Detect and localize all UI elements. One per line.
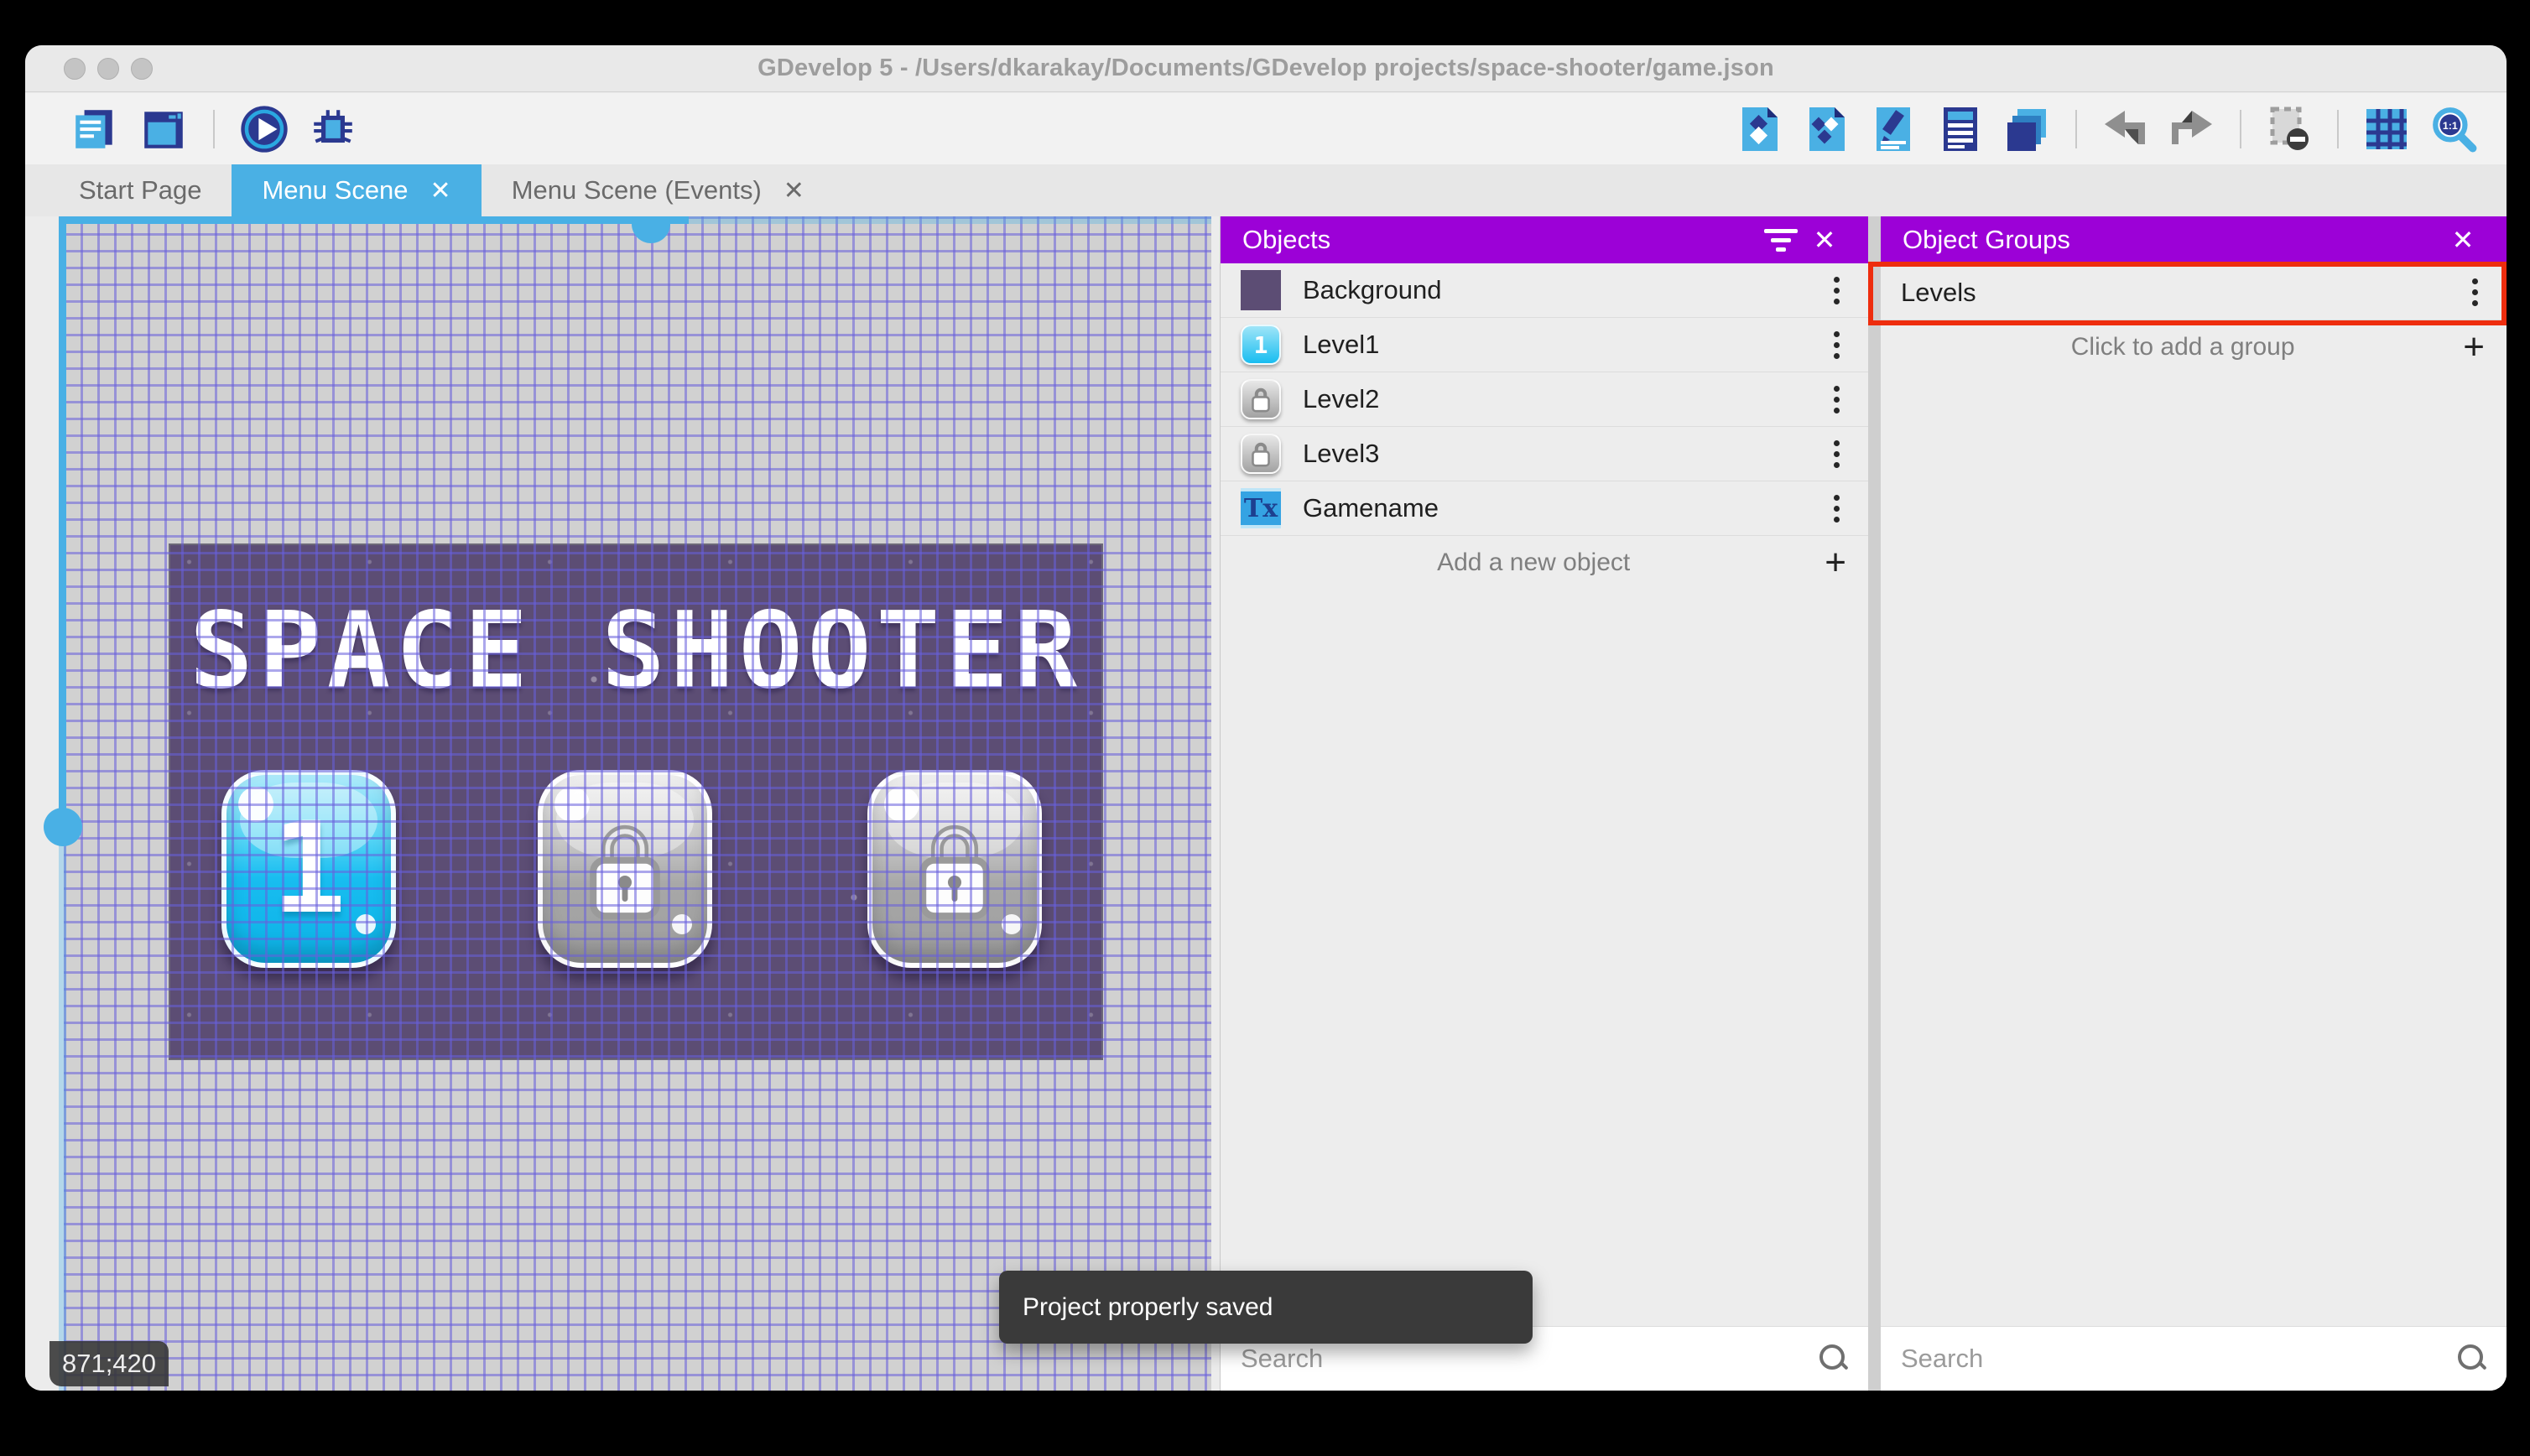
tab-bar: Start Page Menu Scene ✕ Menu Scene (Even… <box>25 164 2507 216</box>
scene-editor-icon[interactable] <box>138 103 190 155</box>
add-object-plus-icon[interactable]: + <box>1825 544 1846 581</box>
project-manager-icon[interactable] <box>69 103 121 155</box>
close-tab-icon[interactable]: ✕ <box>783 176 804 205</box>
objects-editor-icon[interactable] <box>1733 103 1785 155</box>
close-tab-icon[interactable]: ✕ <box>430 176 451 205</box>
window-title: GDevelop 5 - /Users/dkarakay/Documents/G… <box>757 55 1774 81</box>
object-thumbnail-text: Tx <box>1241 488 1281 528</box>
main-toolbar: 1:1 <box>25 93 2507 164</box>
object-menu-button[interactable] <box>1825 326 1848 364</box>
undo-icon[interactable] <box>2099 103 2151 155</box>
object-row-level2[interactable]: Level2 <box>1221 372 1868 427</box>
zoom-one-to-one-icon[interactable]: 1:1 <box>2428 103 2480 155</box>
object-thumbnail-level3-lock <box>1241 434 1281 474</box>
tab-start-page[interactable]: Start Page <box>49 164 232 216</box>
layers-editor-icon[interactable] <box>2002 103 2054 155</box>
scene-canvas[interactable]: SPACE SHOOTER 1 871;420 <box>25 216 1220 1391</box>
add-object-row[interactable]: Add a new object + <box>1221 536 1868 590</box>
properties-icon[interactable] <box>1867 103 1919 155</box>
object-menu-button[interactable] <box>1825 272 1848 309</box>
toolbar-divider <box>2337 109 2339 148</box>
object-menu-button[interactable] <box>1825 435 1848 473</box>
group-row-levels[interactable]: Levels <box>1881 265 2507 320</box>
toolbar-divider <box>2240 109 2241 148</box>
vertical-scrollbar[interactable] <box>59 216 66 1391</box>
object-groups-editor-icon[interactable] <box>1800 103 1852 155</box>
level2-button-instance[interactable] <box>538 770 712 968</box>
object-groups-panel: Object Groups ✕ Levels Click to add a gr… <box>1868 216 2507 1391</box>
debug-icon[interactable] <box>307 103 359 155</box>
objects-panel: Objects ✕ Background 1 Level1 Level2 Lev… <box>1220 216 1868 1391</box>
play-preview-icon[interactable] <box>238 103 290 155</box>
scene-title-text[interactable]: SPACE SHOOTER <box>170 589 1101 712</box>
object-thumbnail-level1: 1 <box>1241 325 1281 365</box>
cursor-coordinates: 871;420 <box>49 1341 169 1386</box>
title-bar: GDevelop 5 - /Users/dkarakay/Documents/G… <box>25 45 2507 92</box>
object-row-gamename[interactable]: Tx Gamename <box>1221 481 1868 536</box>
add-group-plus-icon[interactable]: + <box>2463 329 2485 366</box>
search-icon <box>2458 1344 2486 1373</box>
objects-search-input[interactable] <box>1241 1344 1819 1374</box>
vertical-scrollbar-knob[interactable] <box>44 808 82 846</box>
toolbar-divider <box>213 109 215 148</box>
scene-background-instance[interactable]: SPACE SHOOTER 1 <box>170 545 1101 1058</box>
group-menu-button[interactable] <box>2464 273 2486 311</box>
grid-icon[interactable] <box>2361 103 2413 155</box>
close-panel-icon[interactable]: ✕ <box>2441 218 2485 262</box>
search-icon <box>1819 1344 1848 1373</box>
toolbar-divider <box>2075 109 2077 148</box>
object-menu-button[interactable] <box>1825 381 1848 419</box>
redo-icon[interactable] <box>2166 103 2218 155</box>
add-group-row[interactable]: Click to add a group + <box>1881 320 2507 374</box>
object-thumbnail-background <box>1241 270 1281 310</box>
main-area: SPACE SHOOTER 1 871;420 Objects ✕ Backgr… <box>25 216 2507 1391</box>
objects-panel-header: Objects ✕ <box>1221 216 1868 263</box>
mask-icon[interactable] <box>2263 103 2315 155</box>
filter-icon[interactable] <box>1759 218 1803 262</box>
groups-search-input[interactable] <box>1901 1344 2458 1374</box>
panel-separator[interactable] <box>1868 216 1881 1391</box>
level3-button-instance[interactable] <box>867 770 1042 968</box>
objects-panel-title: Objects <box>1242 225 1331 254</box>
save-toast: Project properly saved <box>999 1271 1533 1344</box>
object-row-level3[interactable]: Level3 <box>1221 427 1868 481</box>
lock-icon <box>543 775 707 963</box>
object-row-background[interactable]: Background <box>1221 263 1868 318</box>
groups-search-row <box>1881 1326 2507 1391</box>
close-window-button[interactable] <box>64 58 86 80</box>
object-row-level1[interactable]: 1 Level1 <box>1221 318 1868 372</box>
close-panel-icon[interactable]: ✕ <box>1803 218 1846 262</box>
svg-text:1:1: 1:1 <box>2443 120 2458 132</box>
maximize-window-button[interactable] <box>131 58 153 80</box>
level1-button-instance[interactable]: 1 <box>221 770 396 968</box>
object-groups-panel-title: Object Groups <box>1903 225 2070 254</box>
minimize-window-button[interactable] <box>97 58 119 80</box>
object-groups-panel-header: Object Groups ✕ <box>1881 216 2507 263</box>
object-thumbnail-level2-lock <box>1241 379 1281 419</box>
lock-icon <box>872 775 1037 963</box>
gdevelop-window: GDevelop 5 - /Users/dkarakay/Documents/G… <box>25 45 2507 1391</box>
tab-menu-scene[interactable]: Menu Scene ✕ <box>232 164 482 216</box>
object-menu-button[interactable] <box>1825 490 1848 528</box>
tab-menu-scene-events[interactable]: Menu Scene (Events) ✕ <box>482 164 835 216</box>
instances-list-icon[interactable] <box>1934 103 1986 155</box>
